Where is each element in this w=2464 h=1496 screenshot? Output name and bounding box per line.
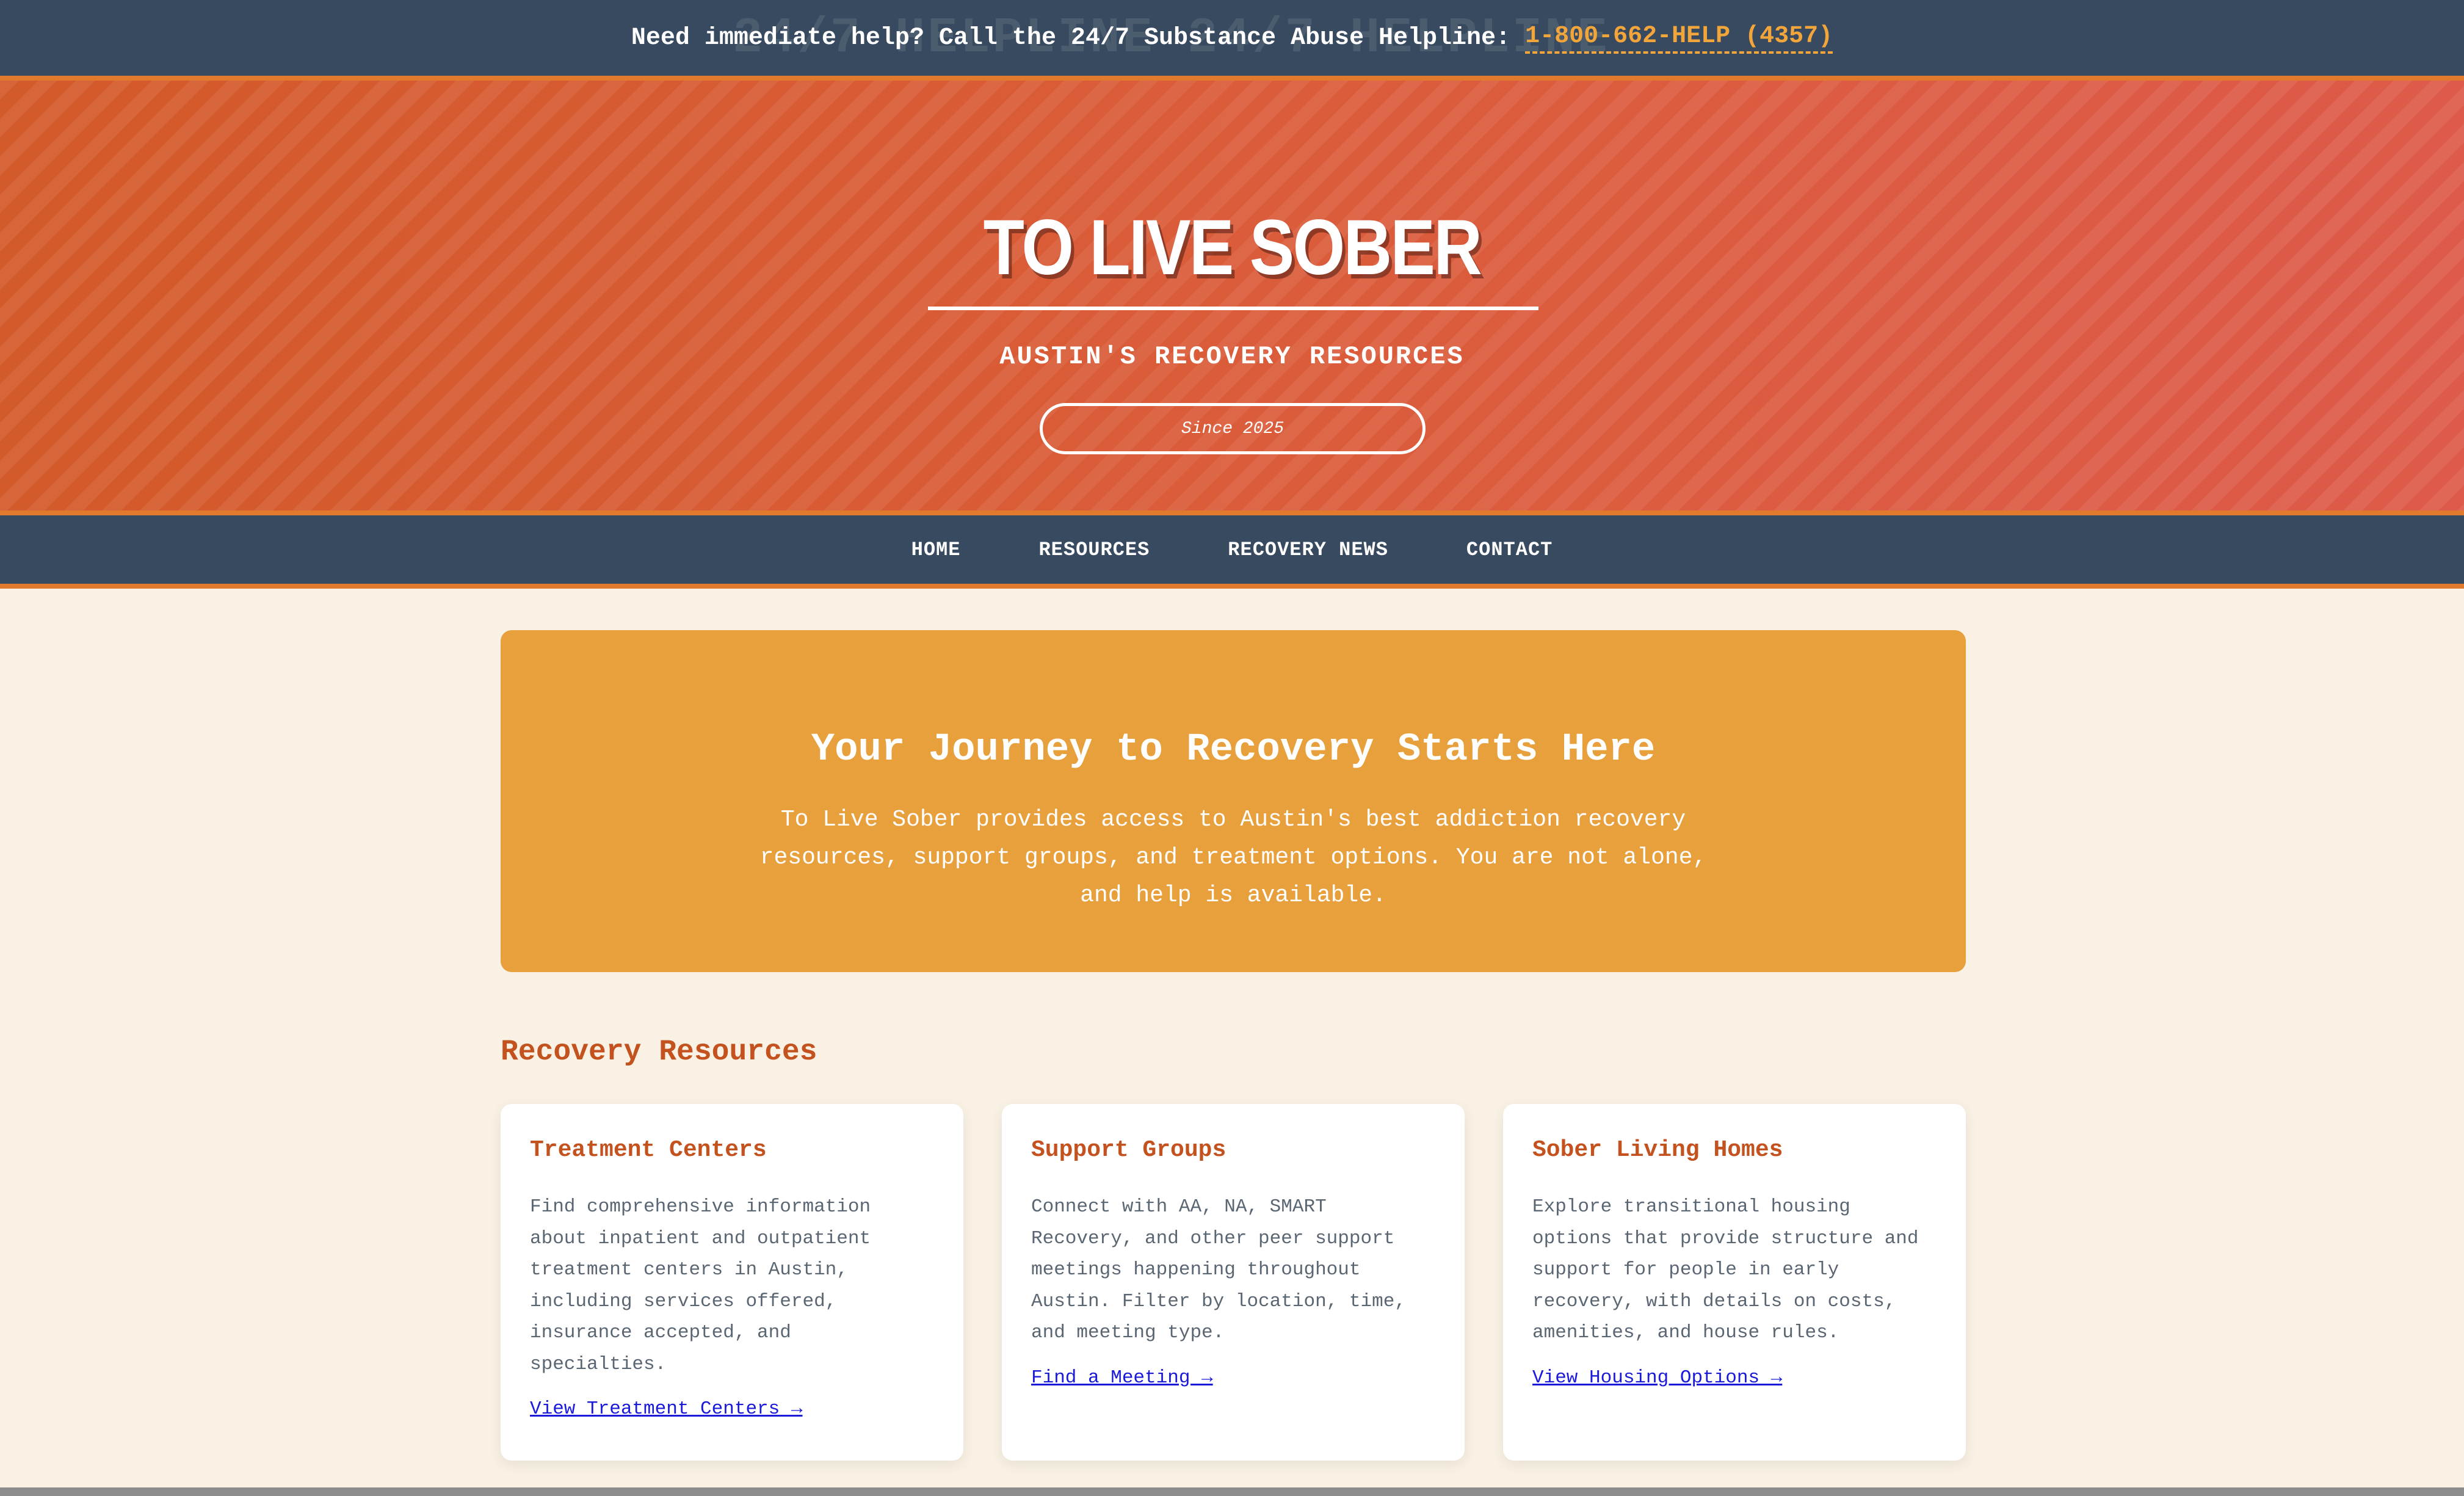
nav-item-resources[interactable]: RESOURCES xyxy=(1038,539,1150,561)
hero-body: To Live Sober provides access to Austin'… xyxy=(759,807,1707,909)
hero-title: Your Journey to Recovery Starts Here xyxy=(811,728,1656,772)
nav-item-home[interactable]: HOME xyxy=(911,539,961,561)
resource-card-sober-living-homes: Sober Living Homes Explore transitional … xyxy=(1503,1104,1966,1461)
view-treatment-centers-link[interactable]: View Treatment Centers → xyxy=(530,1398,802,1420)
window-bottom-edge xyxy=(0,1487,2464,1496)
resource-card-treatment-centers: Treatment Centers Find comprehensive inf… xyxy=(501,1104,963,1461)
resources-section-title: Recovery Resources xyxy=(501,1036,817,1069)
site-header: TO LIVE SOBER AUSTIN'S RECOVERY RESOURCE… xyxy=(0,76,2464,515)
since-badge: Since 2025 xyxy=(1040,403,1426,454)
card-title: Sober Living Homes xyxy=(1532,1137,1783,1163)
view-housing-options-link[interactable]: View Housing Options → xyxy=(1532,1367,1782,1389)
helpline-bar: 24/7 HELPLINE 24/7 HELPLINE Need immedia… xyxy=(0,0,2464,76)
helpline-phone-link[interactable]: 1-800-662-HELP (4357) xyxy=(1525,23,1833,54)
nav-item-recovery-news[interactable]: RECOVERY NEWS xyxy=(1228,539,1388,561)
card-title: Treatment Centers xyxy=(530,1137,767,1163)
main-nav: HOME RESOURCES RECOVERY NEWS CONTACT xyxy=(0,515,2464,589)
card-body: Connect with AA, NA, SMART Recovery, and… xyxy=(1031,1196,1406,1343)
card-body: Explore transitional housing options tha… xyxy=(1532,1196,1919,1343)
resource-card-support-groups: Support Groups Connect with AA, NA, SMAR… xyxy=(1002,1104,1465,1461)
nav-item-contact[interactable]: CONTACT xyxy=(1466,539,1553,561)
title-divider xyxy=(928,307,1538,310)
card-body: Find comprehensive information about inp… xyxy=(530,1196,871,1375)
find-a-meeting-link[interactable]: Find a Meeting → xyxy=(1031,1367,1213,1389)
card-title: Support Groups xyxy=(1031,1137,1227,1163)
hero-banner: Your Journey to Recovery Starts Here To … xyxy=(501,630,1966,972)
helpline-text: Need immediate help? Call the 24/7 Subst… xyxy=(631,24,1511,52)
page: 24/7 HELPLINE 24/7 HELPLINE Need immedia… xyxy=(0,0,2464,1496)
site-title: TO LIVE SOBER xyxy=(983,204,1482,291)
site-subtitle: AUSTIN'S RECOVERY RESOURCES xyxy=(999,342,1465,371)
